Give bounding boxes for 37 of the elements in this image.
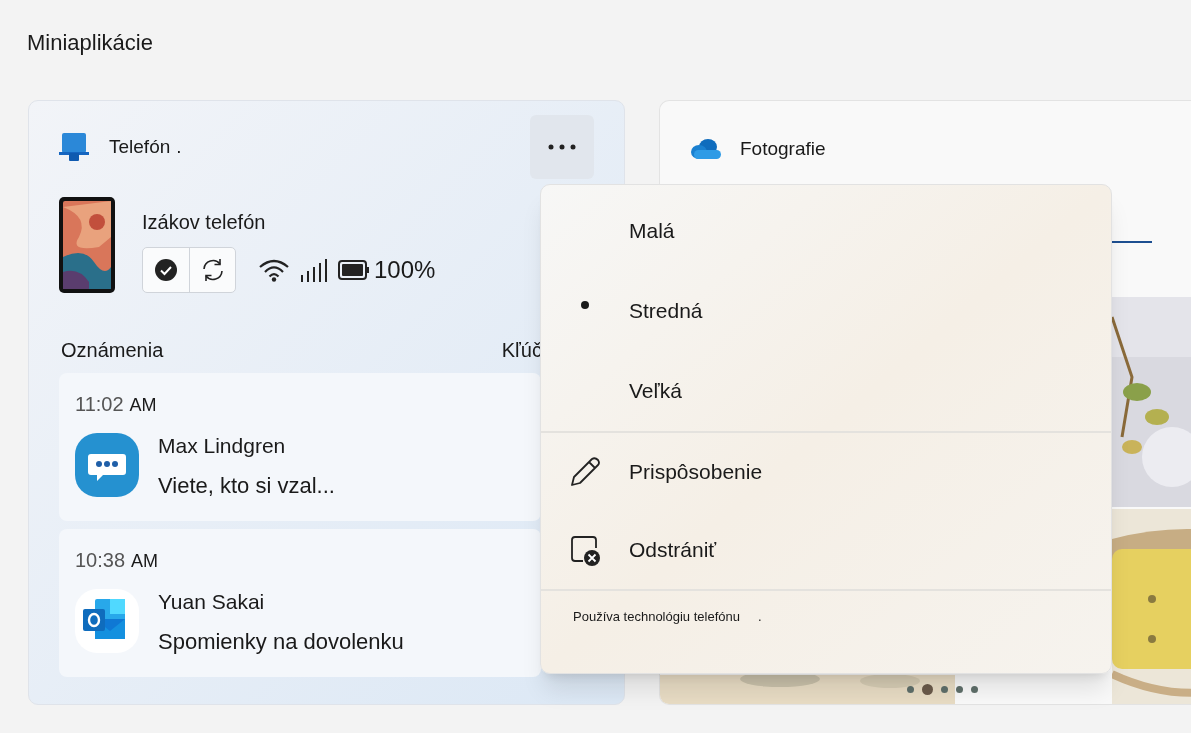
- more-icon: [548, 144, 576, 150]
- battery-percentage: 100%: [374, 255, 436, 285]
- message-preview: Viete, kto si vzal...: [158, 473, 335, 499]
- page-title: Miniaplikácie: [27, 29, 154, 57]
- chat-icon: [75, 433, 139, 497]
- phone-link-icon: [59, 133, 89, 161]
- sender-name: Max Lindgren: [158, 433, 287, 459]
- notification-time: 11:02: [75, 392, 124, 417]
- notifications-heading: Oznámenia: [61, 338, 164, 363]
- notification-card[interactable]: 10:38 AM Yuan Sakai Spomienky na dovolenku: [59, 529, 541, 677]
- menu-item[interactable]: Veľká: [541, 351, 1111, 431]
- pencil-icon: [569, 456, 601, 488]
- tab-underline: [1112, 241, 1152, 243]
- footer-text: Používa technológiu telefónu: [573, 608, 740, 626]
- notification-time: 10:38: [75, 548, 126, 573]
- message-preview: Spomienky na dovolenku: [158, 629, 404, 655]
- footer-mark: .: [757, 608, 762, 626]
- mail-app-icon: [75, 589, 139, 653]
- check-icon: [154, 258, 178, 282]
- time-period: AM: [129, 394, 157, 417]
- cloud-icon: [690, 138, 722, 160]
- menu-item[interactable]: Stredná: [541, 271, 1111, 351]
- device-name: Izákov telefón: [142, 210, 267, 235]
- battery-icon: [338, 260, 370, 280]
- remove-widget-icon: [569, 534, 601, 566]
- wifi-icon: [258, 258, 290, 282]
- notification-card[interactable]: 11:02 AM Max Lindgren Viete, kto si vzal...: [59, 373, 541, 521]
- menu-item[interactable]: Malá: [541, 191, 1111, 271]
- menu-item[interactable]: Prispôsobenie: [541, 433, 1111, 511]
- time-period: AM: [131, 550, 159, 573]
- signal-icon: [300, 258, 328, 282]
- menu-item[interactable]: Odstrániť: [541, 511, 1111, 589]
- widget-title: Telefón: [109, 134, 171, 159]
- widget-title: Fotografie: [740, 136, 826, 161]
- sender-name: Yuan Sakai: [158, 589, 266, 615]
- column-heading: Kľúč: [501, 338, 542, 363]
- title-mark: .: [176, 134, 182, 159]
